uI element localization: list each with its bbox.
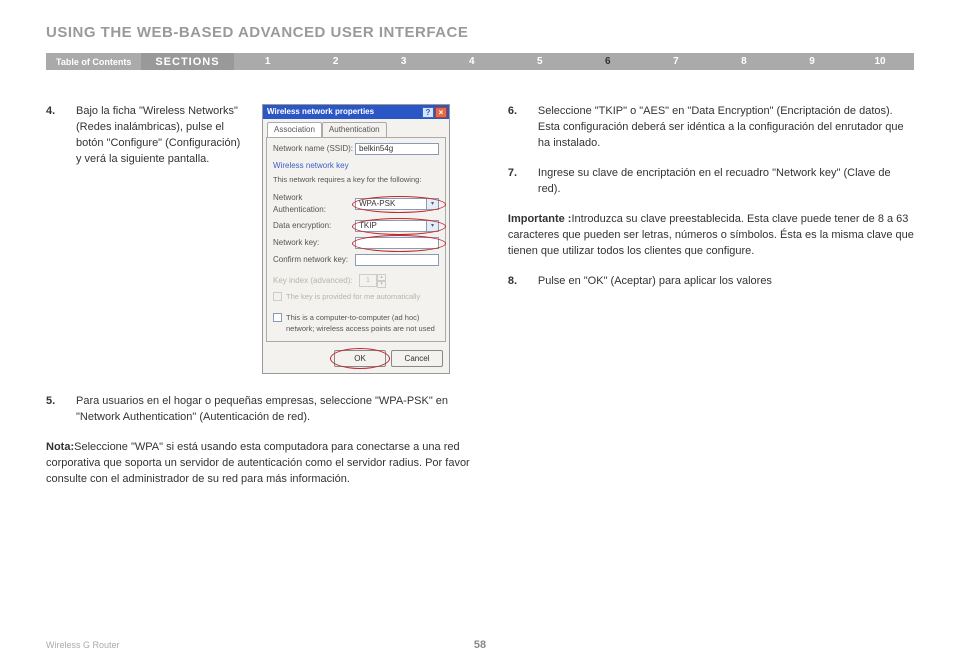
- importante-block: Importante :Introduzca su clave preestab…: [508, 212, 914, 260]
- step-6-text: Seleccione "TKIP" o "AES" en "Data Encry…: [538, 104, 914, 152]
- highlight-auth: [352, 196, 446, 213]
- page: USING THE WEB-BASED ADVANCED USER INTERF…: [0, 0, 954, 668]
- footer: Wireless G Router 58: [46, 640, 914, 650]
- confirm-input[interactable]: [355, 254, 439, 266]
- nav-num-2[interactable]: 2: [302, 53, 370, 70]
- step-6-num: 6.: [508, 104, 538, 152]
- ssid-input[interactable]: belkin54g: [355, 143, 439, 155]
- nav-num-5[interactable]: 5: [506, 53, 574, 70]
- step-7-num: 7.: [508, 166, 538, 198]
- step-8-num: 8.: [508, 274, 538, 290]
- highlight-netkey: [352, 235, 446, 252]
- step-7: 7. Ingrese su clave de encriptación en e…: [508, 166, 914, 198]
- help-icon[interactable]: ?: [422, 107, 434, 118]
- auth-label: Network Authentication:: [273, 192, 355, 215]
- auto-key-checkbox: [273, 292, 282, 301]
- adhoc-checkbox[interactable]: [273, 313, 282, 322]
- content: 4. Bajo la ficha "Wireless Networks" (Re…: [46, 104, 914, 502]
- nav-numbers: 1 2 3 4 5 6 7 8 9 10: [234, 53, 914, 70]
- auto-key-checkbox-row: The key is provided for me automatically: [273, 292, 439, 303]
- dialog-panel: Network name (SSID): belkin54g Wireless …: [266, 137, 446, 342]
- note-block: Nota:Seleccione "WPA" si está usando est…: [46, 440, 472, 488]
- step-7-text: Ingrese su clave de encriptación en el r…: [538, 166, 914, 198]
- importante-label: Importante :: [508, 213, 572, 225]
- close-icon[interactable]: ×: [435, 107, 447, 118]
- highlight-enc: [352, 218, 446, 235]
- step-5-num: 5.: [46, 394, 76, 426]
- nav-num-8[interactable]: 8: [710, 53, 778, 70]
- ssid-label: Network name (SSID):: [273, 143, 355, 155]
- wnk-section: Wireless network key: [273, 160, 439, 172]
- adhoc-label: This is a computer-to-computer (ad hoc) …: [286, 313, 439, 335]
- highlight-ok: [330, 348, 390, 369]
- step-4-num: 4.: [46, 104, 76, 374]
- nav-toc[interactable]: Table of Contents: [46, 53, 141, 70]
- nav-num-3[interactable]: 3: [370, 53, 438, 70]
- ok-button[interactable]: OK: [334, 350, 386, 367]
- dialog-titlebar: Wireless network properties ? ×: [263, 105, 449, 119]
- step-5-text: Para usuarios en el hogar o pequeñas emp…: [76, 394, 472, 426]
- tab-authentication[interactable]: Authentication: [322, 122, 387, 137]
- nav-num-1[interactable]: 1: [234, 53, 302, 70]
- step-8: 8. Pulse en "OK" (Aceptar) para aplicar …: [508, 274, 914, 290]
- enc-dropdown[interactable]: TKIP ▾: [355, 220, 439, 232]
- auth-dropdown[interactable]: WPA-PSK ▾: [355, 198, 439, 210]
- enc-label: Data encryption:: [273, 220, 355, 232]
- cancel-button[interactable]: Cancel: [391, 350, 443, 367]
- adhoc-checkbox-row: This is a computer-to-computer (ad hoc) …: [273, 313, 439, 335]
- netkey-input[interactable]: [355, 237, 439, 249]
- nav-sections-label: SECTIONS: [141, 53, 233, 70]
- step-4: 4. Bajo la ficha "Wireless Networks" (Re…: [46, 104, 472, 374]
- auto-key-label: The key is provided for me automatically: [286, 292, 420, 303]
- note-text: Seleccione "WPA" si está usando esta com…: [46, 441, 470, 485]
- nav-num-7[interactable]: 7: [642, 53, 710, 70]
- page-number: 58: [474, 639, 486, 651]
- left-column: 4. Bajo la ficha "Wireless Networks" (Re…: [46, 104, 472, 502]
- key-note: This network requires a key for the foll…: [273, 175, 439, 186]
- step-8-text: Pulse en "OK" (Aceptar) para aplicar los…: [538, 274, 914, 290]
- step-6: 6. Seleccione "TKIP" o "AES" en "Data En…: [508, 104, 914, 152]
- nav-num-6[interactable]: 6: [574, 53, 642, 70]
- section-nav: Table of Contents SECTIONS 1 2 3 4 5 6 7…: [46, 53, 914, 70]
- right-column: 6. Seleccione "TKIP" o "AES" en "Data En…: [508, 104, 914, 502]
- step-5: 5. Para usuarios en el hogar o pequeñas …: [46, 394, 472, 426]
- confirm-label: Confirm network key:: [273, 254, 355, 266]
- wireless-properties-dialog: Wireless network properties ? × Associat…: [262, 104, 450, 374]
- dialog-title-text: Wireless network properties: [267, 106, 374, 118]
- keyidx-spinner: 1 ▴▾: [359, 274, 386, 287]
- nav-num-9[interactable]: 9: [778, 53, 846, 70]
- nav-num-4[interactable]: 4: [438, 53, 506, 70]
- nav-num-10[interactable]: 10: [846, 53, 914, 70]
- step-4-text: Bajo la ficha "Wireless Networks" (Redes…: [76, 104, 248, 374]
- keyidx-label: Key index (advanced):: [273, 275, 355, 287]
- note-label: Nota:: [46, 441, 74, 453]
- page-title: USING THE WEB-BASED ADVANCED USER INTERF…: [46, 24, 914, 41]
- tab-association[interactable]: Association: [267, 122, 322, 137]
- netkey-label: Network key:: [273, 237, 355, 249]
- footer-product: Wireless G Router: [46, 640, 120, 650]
